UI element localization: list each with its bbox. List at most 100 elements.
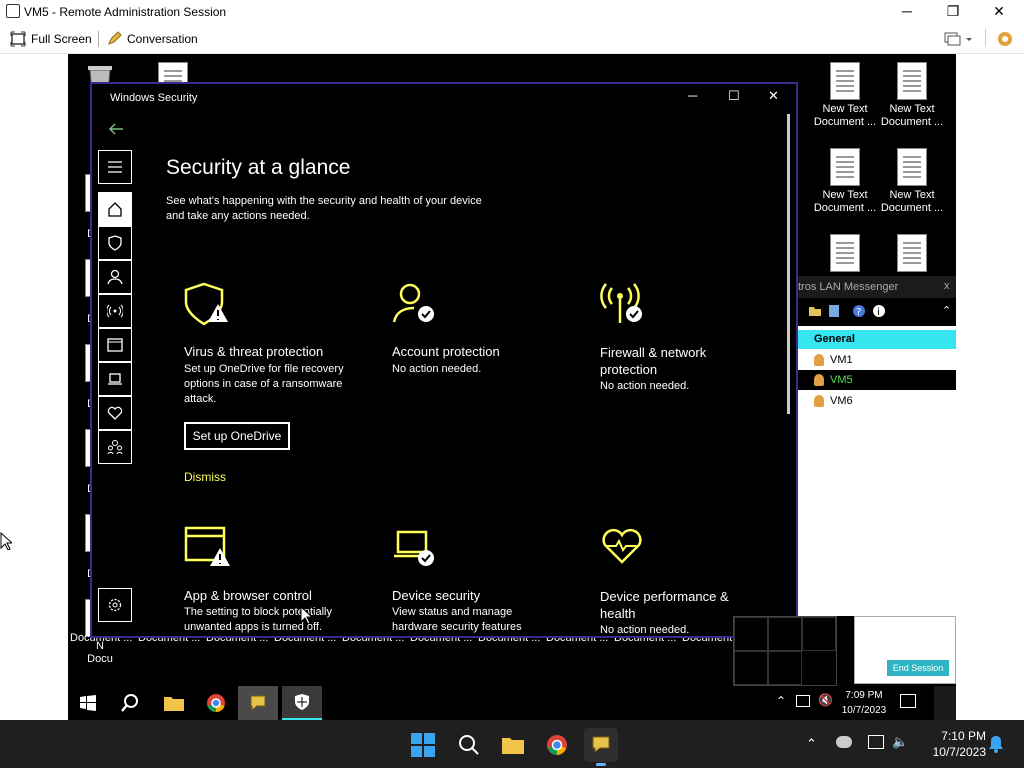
tile-firewall-desc: No action needed. (600, 380, 690, 392)
settings-gear-icon[interactable] (996, 30, 1014, 48)
firewall-check-icon (600, 283, 642, 323)
show-desktop-button[interactable] (934, 686, 956, 720)
messenger-close-button[interactable]: x (944, 280, 950, 292)
tile-firewall-title[interactable]: Firewall & network protection (600, 344, 706, 378)
setup-onedrive-button[interactable]: Set up OneDrive (184, 422, 290, 450)
display-menu-icon[interactable] (944, 31, 974, 47)
tray-cloud-icon[interactable] (768, 617, 802, 651)
close-button[interactable]: ✕ (976, 0, 1022, 24)
vm-start-button[interactable] (68, 686, 108, 720)
desktop-doc-icon[interactable]: New Text Document ... (880, 148, 944, 215)
nav-device-security[interactable] (98, 362, 132, 396)
nav-virus-protection[interactable] (98, 226, 132, 260)
toolbar-divider (985, 29, 986, 47)
app-icon (6, 4, 20, 18)
collapse-icon[interactable]: ⌃ (942, 304, 951, 317)
vm-explorer-button[interactable] (154, 686, 194, 720)
tile-performance-desc: No action needed. (600, 624, 690, 636)
volume-icon[interactable]: 🔈 (892, 734, 908, 750)
chat-bubble-icon (592, 736, 610, 754)
tile-account-title[interactable]: Account protection (392, 344, 500, 359)
nav-settings[interactable] (98, 588, 132, 622)
tray-alarm-icon[interactable] (768, 651, 802, 685)
browser-warning-icon (184, 526, 230, 566)
maximize-button[interactable]: ❐ (930, 0, 976, 24)
onedrive-icon[interactable] (836, 736, 852, 748)
sec-minimize-button[interactable]: ─ (688, 88, 697, 103)
user-icon (814, 374, 824, 386)
tile-appbrowser-title[interactable]: App & browser control (184, 588, 312, 603)
tray-messenger-icon[interactable] (802, 617, 836, 651)
vm-taskbar: ⌃ 🔇 7:09 PM 10/7/2023 (68, 686, 956, 720)
vm-mouse-cursor-icon (300, 606, 312, 624)
desktop-doc-icon[interactable]: New Text Document ... (813, 148, 877, 215)
nav-device-health[interactable] (98, 396, 132, 430)
group-general[interactable]: General (798, 330, 956, 349)
desktop-doc-icon[interactable] (880, 234, 944, 275)
shield-icon (295, 694, 309, 710)
end-session-button[interactable]: End Session (887, 660, 949, 676)
vm-volume-muted-icon[interactable]: 🔇 (818, 693, 833, 707)
nav-account-protection[interactable] (98, 260, 132, 294)
toolbar-divider (98, 31, 99, 47)
search-icon (121, 694, 138, 712)
tile-devicesecurity-desc: View status and manage hardware security … (392, 606, 522, 633)
tile-virus-title[interactable]: Virus & threat protection (184, 344, 323, 359)
menu-hamburger-button[interactable] (98, 150, 132, 184)
network-icon[interactable] (868, 735, 884, 749)
notification-bell-icon[interactable] (988, 735, 1004, 753)
vm-clock[interactable]: 7:09 PM 10/7/2023 (838, 688, 890, 718)
notes-icon[interactable] (828, 304, 840, 318)
host-title-bar: VM5 - Remote Administration Session ─ ❐ … (0, 0, 1024, 24)
tray-app-icon[interactable] (734, 651, 768, 685)
dismiss-link[interactable]: Dismiss (184, 470, 226, 484)
shield-icon (108, 235, 122, 251)
vm-messenger-button[interactable] (238, 686, 278, 720)
scrollbar-thumb[interactable] (787, 114, 790, 414)
file-explorer-button[interactable] (496, 728, 530, 762)
nav-app-browser[interactable] (98, 328, 132, 362)
user-icon (814, 395, 824, 407)
vm-tray-chevron-icon[interactable]: ⌃ (776, 694, 786, 708)
vm-search-button[interactable] (110, 686, 150, 720)
vm-network-icon[interactable] (796, 695, 810, 707)
desktop-doc-icon[interactable]: New Text Document ... (813, 62, 877, 129)
nav-firewall[interactable] (98, 294, 132, 328)
info-icon[interactable]: i (872, 304, 886, 318)
tile-devicesecurity-title[interactable]: Device security (392, 588, 480, 603)
folder-icon (164, 697, 184, 711)
chrome-icon (207, 694, 225, 712)
sec-close-button[interactable]: ✕ (768, 88, 779, 104)
fullscreen-icon (10, 31, 26, 47)
conversation-button[interactable]: Conversation (106, 31, 198, 47)
pencil-icon (108, 31, 122, 45)
minimize-button[interactable]: ─ (884, 0, 930, 24)
tray-shield-icon[interactable] (734, 617, 768, 651)
fullscreen-button[interactable]: Full Screen (10, 31, 92, 47)
nav-home[interactable] (98, 192, 132, 226)
desktop-doc-icon[interactable] (813, 234, 877, 275)
sec-maximize-button[interactable]: ☐ (728, 88, 740, 104)
windows-logo-icon (80, 695, 96, 711)
chrome-button[interactable] (540, 728, 574, 762)
vm-chrome-button[interactable] (196, 686, 236, 720)
tray-chevron-icon[interactable]: ⌃ (806, 736, 817, 752)
nav-family-options[interactable] (98, 430, 132, 464)
clock[interactable]: 7:10 PM 10/7/2023 (920, 728, 986, 760)
svg-text:i: i (877, 307, 880, 318)
vm-notifications-icon[interactable] (900, 694, 916, 708)
user-icon (814, 354, 824, 366)
folder-icon[interactable] (808, 305, 822, 317)
vm-security-button[interactable] (282, 686, 322, 720)
laptop-icon (108, 373, 122, 385)
window-title: Windows Security (110, 92, 198, 104)
session-panel: End Session (854, 616, 956, 684)
tile-performance-title[interactable]: Device performance & health (600, 588, 729, 622)
search-button[interactable] (452, 728, 486, 762)
fullscreen-label: Full Screen (31, 32, 92, 46)
start-button[interactable] (406, 728, 440, 762)
messenger-button[interactable] (584, 728, 618, 762)
desktop-doc-icon[interactable]: New Text Document ... (880, 62, 944, 129)
back-arrow-icon[interactable] (108, 122, 124, 136)
help-icon[interactable]: ? (852, 304, 866, 318)
